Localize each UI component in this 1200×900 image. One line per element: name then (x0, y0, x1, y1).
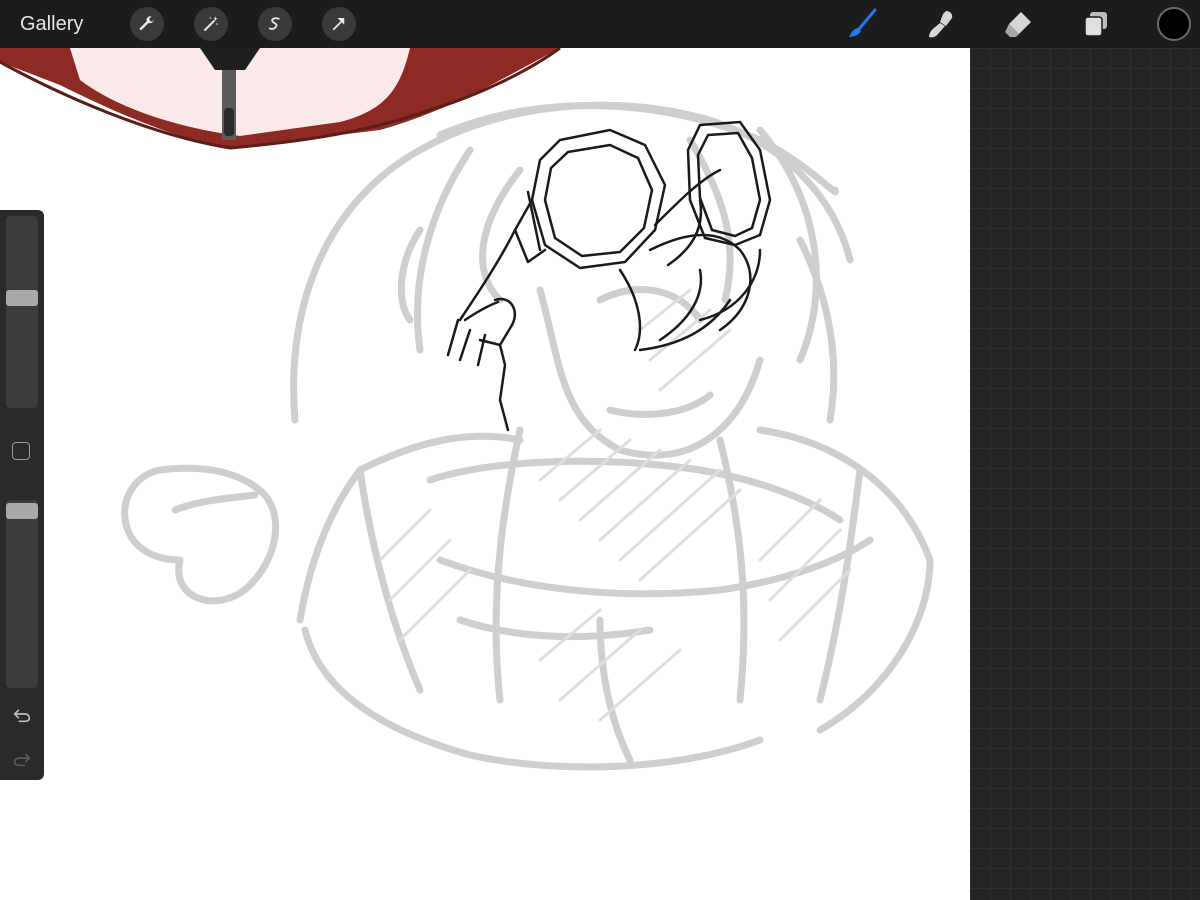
eraser-button[interactable] (1000, 6, 1036, 42)
transform-arrow-icon (332, 18, 345, 31)
reference-grid-panel (970, 48, 1200, 900)
redo-icon (13, 753, 31, 767)
smudge-button[interactable] (922, 6, 958, 42)
eraser-icon (1005, 12, 1031, 37)
active-color-swatch (1157, 7, 1191, 41)
pencil-sketch (121, 101, 934, 771)
artwork (0, 46, 934, 771)
color-button[interactable] (1156, 6, 1192, 42)
modify-button[interactable] (12, 442, 30, 460)
brush-size-thumb[interactable] (6, 290, 38, 306)
transform-button[interactable] (322, 7, 356, 41)
brush-button[interactable] (844, 6, 880, 42)
smudge-icon (929, 11, 953, 38)
layers-icon (1084, 12, 1107, 37)
drawing-canvas[interactable] (0, 0, 970, 900)
colored-jacket-fragment (0, 46, 561, 150)
brush-opacity-thumb[interactable] (6, 503, 38, 519)
undo-icon (13, 709, 31, 723)
left-sidebar (0, 210, 44, 780)
actions-button[interactable] (130, 7, 164, 41)
brush-opacity-slider[interactable] (6, 500, 38, 688)
wrench-icon (139, 16, 154, 31)
gallery-button[interactable]: Gallery (20, 13, 100, 36)
top-toolbar: Gallery (0, 0, 1200, 48)
sketch-hatching (378, 288, 852, 722)
undo-button[interactable] (10, 702, 34, 726)
magic-wand-icon (204, 16, 218, 31)
redo-button[interactable] (10, 746, 34, 770)
selection-icon (268, 17, 280, 30)
adjustments-button[interactable] (194, 7, 228, 41)
ink-line-art (446, 120, 772, 432)
selection-button[interactable] (258, 7, 292, 41)
layers-button[interactable] (1078, 6, 1114, 42)
brush-icon (849, 8, 877, 37)
brush-size-slider[interactable] (6, 216, 38, 408)
